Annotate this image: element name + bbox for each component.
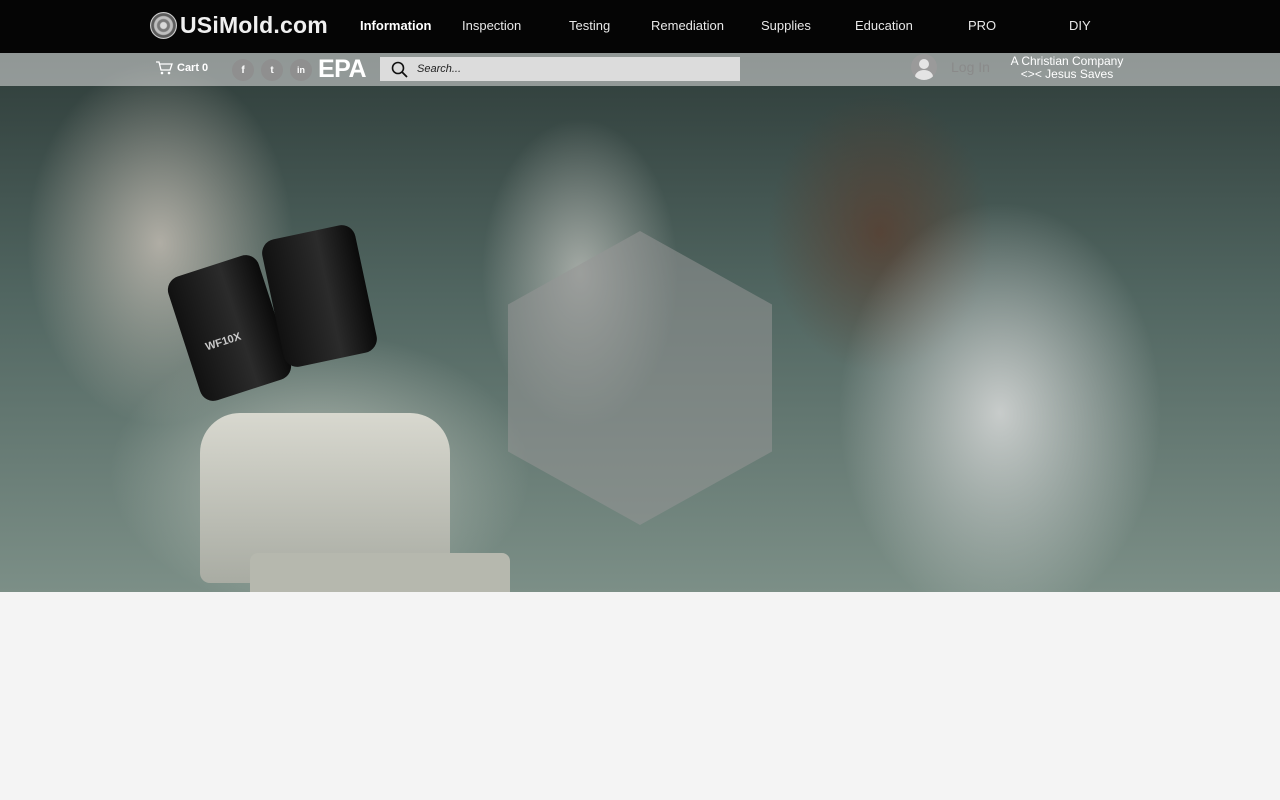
search-input[interactable]: [417, 63, 717, 75]
company-tagline: A Christian Company <>< Jesus Saves: [1005, 55, 1129, 81]
epa-link[interactable]: EPA: [318, 55, 367, 84]
page-content-area: [0, 592, 1280, 800]
nav-item-education[interactable]: Education: [855, 18, 913, 33]
login-button[interactable]: Log In: [911, 54, 990, 80]
mold-spore-logo-icon: [150, 11, 177, 39]
cart-label: Cart 0: [177, 62, 209, 74]
user-avatar-icon: [911, 54, 937, 80]
shopping-cart-icon: [156, 61, 173, 75]
search-bar[interactable]: [380, 57, 740, 81]
twitter-icon[interactable]: t: [261, 59, 283, 81]
facebook-icon[interactable]: f: [232, 59, 254, 81]
login-label: Log In: [951, 59, 990, 75]
nav-item-information[interactable]: Information: [360, 18, 432, 33]
site-logo-text: USiMold.com: [180, 11, 328, 38]
search-icon: [391, 61, 408, 78]
tagline-line-2: <>< Jesus Saves: [1020, 67, 1114, 81]
hero-lab-image: WF10X: [0, 53, 1280, 592]
linkedin-icon[interactable]: in: [290, 59, 312, 81]
cart-button[interactable]: Cart 0: [156, 60, 208, 76]
nav-item-supplies[interactable]: Supplies: [761, 18, 811, 33]
site-logo[interactable]: USiMold.com: [150, 10, 328, 40]
top-nav-bar: USiMold.com Information Inspection Testi…: [0, 0, 1280, 53]
nav-item-pro[interactable]: PRO: [968, 18, 996, 33]
hexagon-overlay: [508, 231, 772, 525]
nav-item-remediation[interactable]: Remediation: [651, 18, 724, 33]
microscope-base: [250, 553, 510, 592]
nav-item-inspection[interactable]: Inspection: [462, 18, 521, 33]
nav-item-diy[interactable]: DIY: [1069, 18, 1091, 33]
nav-item-testing[interactable]: Testing: [569, 18, 610, 33]
